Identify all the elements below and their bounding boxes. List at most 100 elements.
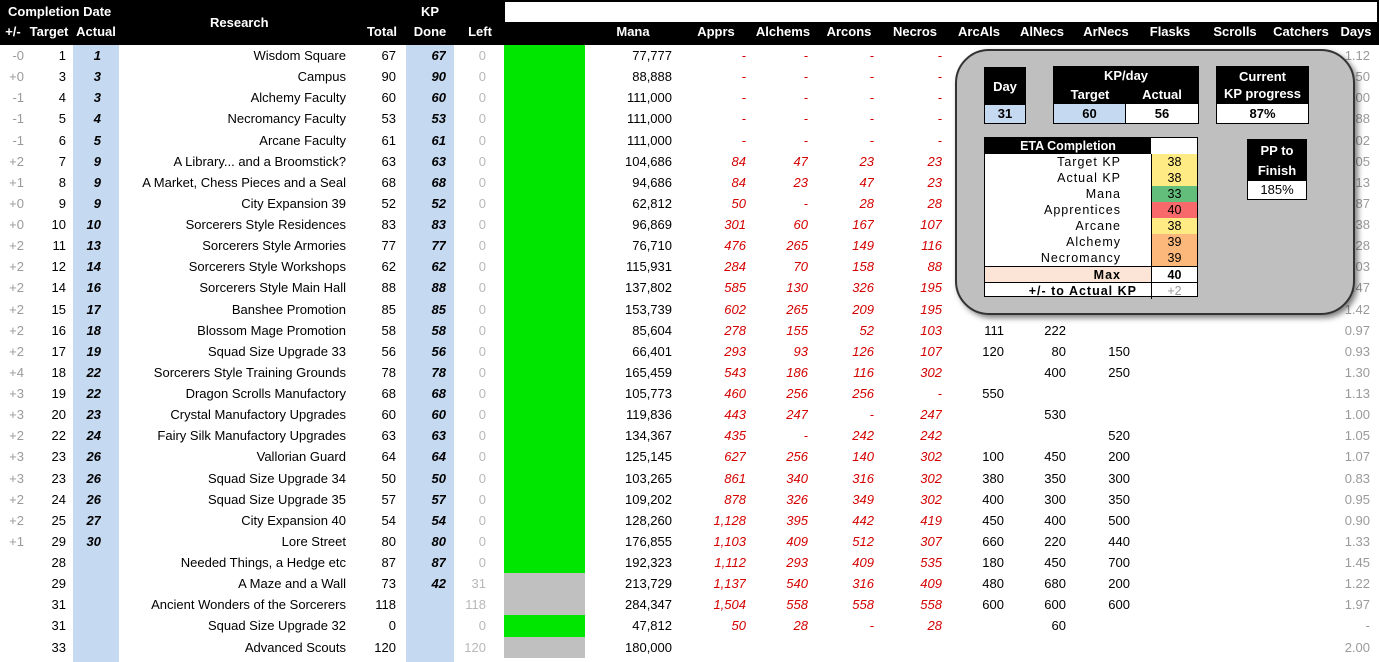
progress-bar xyxy=(504,214,585,236)
arcons-cell: 209 xyxy=(852,301,874,317)
target-cell: 31 xyxy=(51,618,66,634)
target-cell: 3 xyxy=(58,69,66,85)
research-cell: Sorcerers Style Armories xyxy=(202,238,346,254)
total-cell: 63 xyxy=(381,153,396,169)
alchems-cell: 155 xyxy=(786,322,808,338)
done-cell: 56 xyxy=(431,343,446,359)
pm-header: +/- xyxy=(5,24,21,39)
done-cell: 83 xyxy=(431,217,446,232)
apprs-cell: 301 xyxy=(724,217,746,232)
eta-value: 39 xyxy=(1151,250,1197,266)
mana-cell: 88,888 xyxy=(632,69,672,85)
target-header: Target xyxy=(29,24,69,39)
arcons-cell: 158 xyxy=(852,259,874,275)
mana-cell: 111,000 xyxy=(626,90,672,106)
total-cell: 62 xyxy=(381,259,396,275)
alnecs-cell: 80 xyxy=(1051,343,1066,359)
alchems-cell: 409 xyxy=(786,533,808,549)
alnecs-cell: 680 xyxy=(1044,576,1066,592)
arnecs-cell: 520 xyxy=(1108,428,1130,444)
arnecs-cell: 200 xyxy=(1108,576,1130,592)
days-header: Days xyxy=(1340,24,1372,39)
days-cell: 0.93 xyxy=(1344,343,1370,359)
table-row: +2 17 19 Squad Size Upgrade 33 56 56 0 66,401 29… xyxy=(0,340,1379,362)
left-cell: 0 xyxy=(478,555,486,570)
progress-bar xyxy=(504,615,585,637)
left-cell: 0 xyxy=(478,512,486,528)
arnecs-cell: 700 xyxy=(1108,555,1130,570)
pm-cell: +2 xyxy=(9,343,24,359)
necros-cell: 195 xyxy=(920,301,942,317)
actual-cell: 3 xyxy=(93,90,101,106)
alnecs-cell: 450 xyxy=(1044,449,1066,465)
days-cell: 1.30 xyxy=(1344,364,1370,380)
done-cell: 62 xyxy=(431,259,446,275)
total-cell: 50 xyxy=(381,470,396,486)
left-cell: 0 xyxy=(478,618,486,634)
total-cell: 64 xyxy=(381,449,396,465)
necros-cell: - xyxy=(937,69,942,85)
necros-cell: 302 xyxy=(920,470,942,486)
mana-cell: 76,710 xyxy=(632,238,672,254)
progress-bar xyxy=(504,636,585,658)
target-cell: 18 xyxy=(51,364,66,380)
pp-finish-label-line1: PP to xyxy=(1260,143,1294,158)
actual-cell: 14 xyxy=(86,259,101,275)
arcons-cell: 512 xyxy=(852,533,874,549)
left-cell: 0 xyxy=(478,428,486,444)
progress-bar xyxy=(504,404,585,426)
arcons-cell: 409 xyxy=(852,555,874,570)
arcals-cell xyxy=(958,362,1004,383)
apprs-cell: 1,112 xyxy=(714,555,746,570)
target-cell: 8 xyxy=(58,174,66,190)
actual-cell: 22 xyxy=(86,386,101,401)
apprs-cell: 1,504 xyxy=(713,597,746,613)
arnecs-cell: 150 xyxy=(1108,343,1130,359)
necros-cell: - xyxy=(937,90,942,106)
alchems-cell: - xyxy=(803,132,808,148)
total-cell: 80 xyxy=(381,533,396,549)
target-cell: 17 xyxy=(51,343,66,359)
actual-cell: 16 xyxy=(86,280,101,296)
done-cell: 80 xyxy=(431,533,446,549)
progress-bar xyxy=(504,192,585,214)
arnecs-cell xyxy=(1082,615,1130,636)
eta-row: Apprentices 40 xyxy=(985,202,1197,218)
progress-bar xyxy=(504,235,585,257)
arcons-cell: 242 xyxy=(852,428,874,444)
research-cell: Sorcerers Style Main Hall xyxy=(199,280,346,296)
days-cell: 1.45 xyxy=(1344,555,1370,570)
left-cell: 0 xyxy=(478,343,486,359)
days-cell: 1.13 xyxy=(1344,386,1370,401)
research-cell: Fairy Silk Manufactory Upgrades xyxy=(157,428,346,444)
apprs-cell: - xyxy=(741,111,746,127)
done-cell: 50 xyxy=(431,470,446,486)
mana-cell: 176,855 xyxy=(625,533,672,549)
arcals-cell xyxy=(958,425,1004,446)
mana-cell: 94,686 xyxy=(632,174,672,190)
apprs-cell: 627 xyxy=(724,449,746,465)
mana-cell: 103,265 xyxy=(625,470,672,486)
eta-row: Target KP 38 xyxy=(985,154,1197,170)
done-cell: 77 xyxy=(431,238,446,254)
alchems-cell: - xyxy=(803,111,808,127)
done-cell xyxy=(406,594,446,615)
arcons-cell: - xyxy=(869,618,874,634)
day-value: 31 xyxy=(984,104,1026,124)
actual-cell: 9 xyxy=(93,174,101,190)
pm-cell: +2 xyxy=(9,259,24,275)
necros-header: Necros xyxy=(892,24,938,39)
mana-cell: 66,401 xyxy=(632,343,672,359)
done-cell xyxy=(406,637,446,658)
pm-cell: +0 xyxy=(9,69,24,85)
actual-cell xyxy=(73,615,101,636)
current-kp-label: Current KP progress xyxy=(1216,66,1309,104)
apprs-cell: 50 xyxy=(731,618,746,634)
eta-table: ETA Completion Target KP 38 Actual KP 38 Man… xyxy=(984,137,1198,299)
necros-cell: 103 xyxy=(920,322,942,338)
actual-cell: 26 xyxy=(86,470,101,486)
research-cell: A Market, Chess Pieces and a Seal xyxy=(142,174,346,190)
pp-finish-label-line2: Finish xyxy=(1257,163,1297,178)
actual-cell xyxy=(73,573,101,594)
apprs-cell: 476 xyxy=(724,238,746,254)
